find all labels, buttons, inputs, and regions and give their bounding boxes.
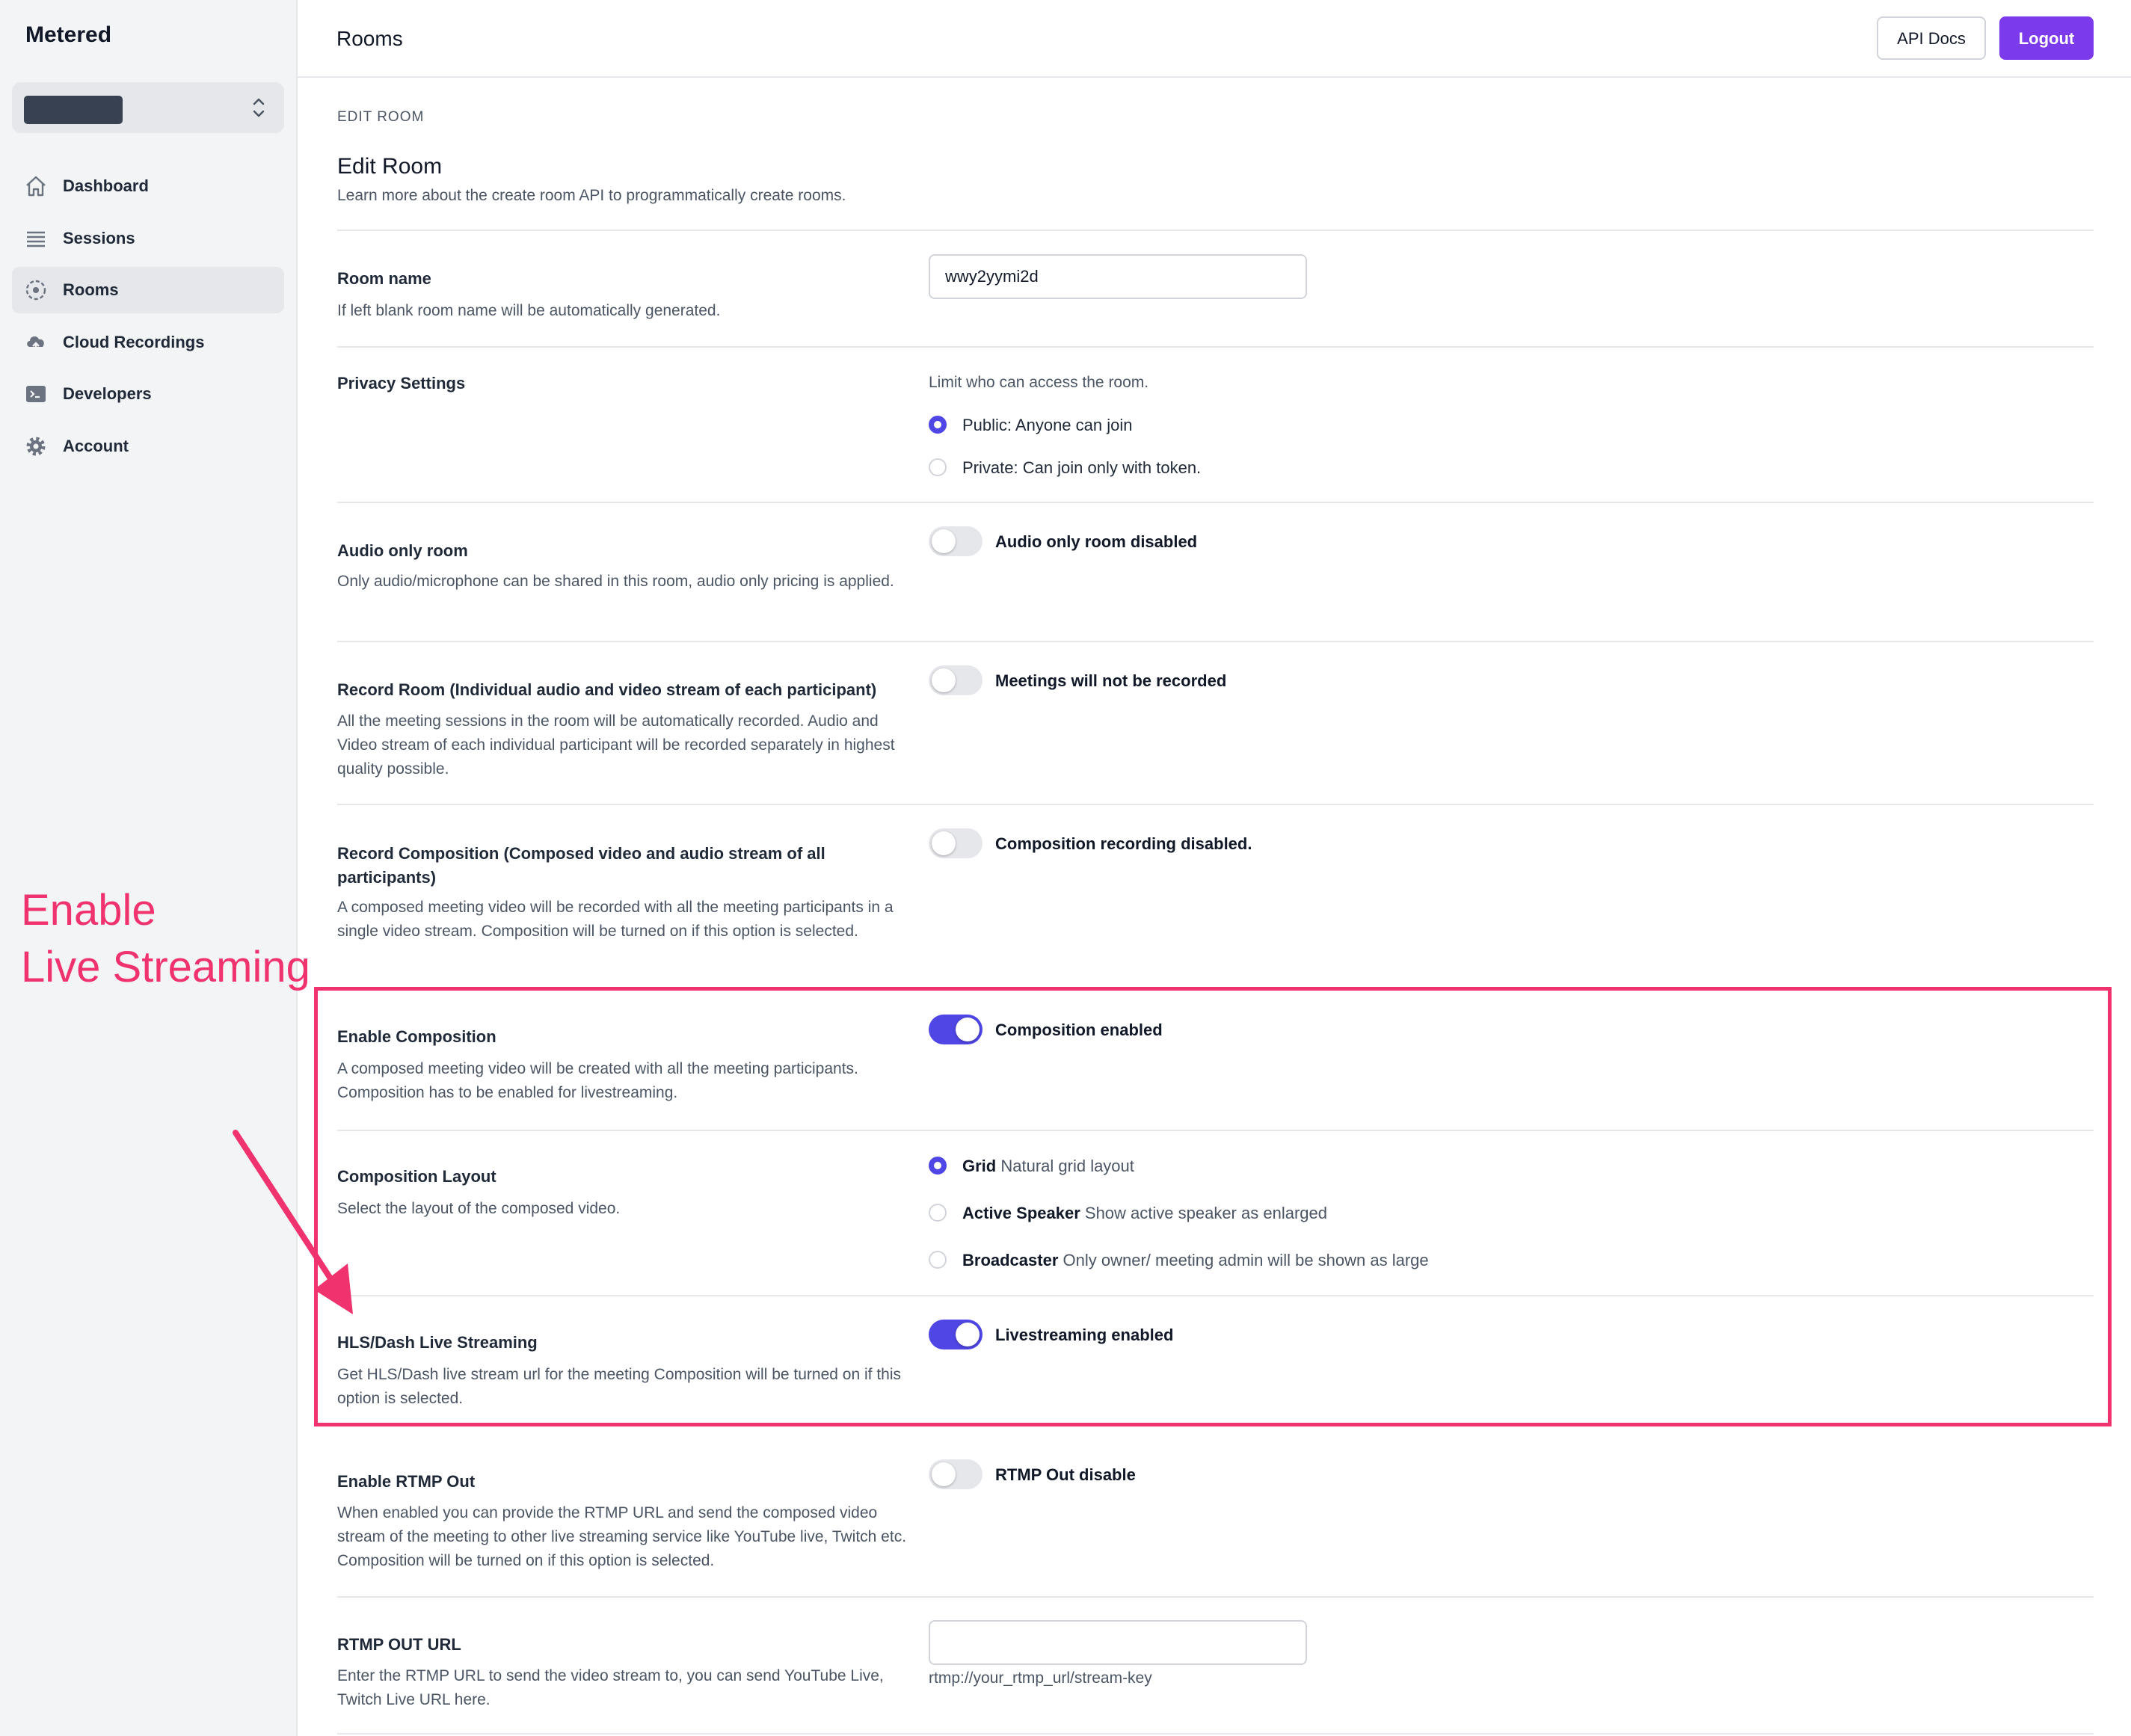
rooms-icon	[25, 280, 46, 301]
sidebar-item-label: Sessions	[63, 229, 135, 247]
divider	[337, 502, 2094, 503]
brand-logo: Metered	[25, 22, 112, 47]
rtmp-out-desc: When enabled you can provide the RTMP UR…	[337, 1504, 907, 1569]
page-subheading: Learn more about the create room API to …	[337, 187, 846, 204]
divider	[337, 346, 2094, 348]
privacy-settings-label: Privacy Settings	[337, 374, 466, 393]
sidebar-item-label: Rooms	[63, 280, 119, 299]
record-room-toggle-label: Meetings will not be recorded	[995, 671, 1227, 690]
divider	[337, 230, 2094, 231]
room-name-label: Room name	[337, 269, 431, 288]
sidebar-item-label: Developers	[63, 384, 152, 403]
sidebar-item-label: Dashboard	[63, 176, 149, 195]
terminal-icon	[26, 386, 46, 402]
divider	[337, 1596, 2094, 1598]
record-room-desc: All the meeting sessions in the room wil…	[337, 712, 895, 778]
annotation-line-2: Live Streaming	[21, 943, 310, 991]
page-heading: Edit Room	[337, 154, 443, 179]
annotation-arrow-icon	[233, 1130, 353, 1314]
sidebar-item-dashboard[interactable]: Dashboard	[12, 163, 284, 209]
privacy-public-radio[interactable]	[929, 416, 947, 434]
sidebar-item-developers[interactable]: Developers	[12, 371, 284, 417]
privacy-private-radio[interactable]	[929, 458, 947, 476]
audio-only-toggle[interactable]	[929, 526, 983, 556]
room-name-desc: If left blank room name will be automati…	[337, 302, 721, 319]
divider	[337, 804, 2094, 805]
cloud-upload-icon	[27, 336, 44, 353]
redacted-project-name	[24, 96, 123, 124]
section-label: EDIT ROOM	[337, 109, 425, 125]
privacy-private-label[interactable]: Private: Can join only with token.	[962, 458, 1201, 478]
privacy-public-label[interactable]: Public: Anyone can join	[962, 416, 1133, 435]
divider	[337, 1733, 2094, 1735]
audio-only-label: Audio only room	[337, 541, 468, 560]
record-composition-label: Record Composition (Composed video and a…	[337, 844, 825, 887]
rtmp-out-label: Enable RTMP Out	[337, 1472, 476, 1491]
audio-only-toggle-label: Audio only room disabled	[995, 532, 1198, 551]
top-header: Rooms	[298, 0, 2131, 78]
home-icon	[26, 176, 46, 197]
rtmp-url-label: RTMP OUT URL	[337, 1635, 461, 1654]
annotation-highlight-box	[314, 987, 2112, 1426]
project-selector[interactable]	[12, 82, 284, 133]
sidebar-item-rooms[interactable]: Rooms	[12, 267, 284, 313]
gear-icon	[26, 437, 46, 456]
record-composition-toggle[interactable]	[929, 828, 983, 858]
toggle-knob	[932, 668, 956, 692]
room-name-input[interactable]: wwy2yymi2d	[929, 254, 1307, 299]
divider	[337, 641, 2094, 642]
sidebar-item-account[interactable]: Account	[12, 423, 284, 470]
rtmp-out-toggle-label: RTMP Out disable	[995, 1465, 1136, 1484]
record-room-toggle[interactable]	[929, 665, 983, 695]
sidebar-item-cloud-recordings[interactable]: Cloud Recordings	[12, 319, 284, 366]
api-docs-button[interactable]: API Docs	[1877, 16, 1986, 60]
record-composition-toggle-label: Composition recording disabled.	[995, 834, 1252, 853]
record-composition-desc: A composed meeting video will be recorde…	[337, 899, 894, 940]
record-room-label: Record Room (Individual audio and video …	[337, 680, 877, 699]
sidebar: Metered Dashboard Sessions Rooms Cloud R…	[0, 0, 298, 1736]
rtmp-url-desc: Enter the RTMP URL to send the video str…	[337, 1667, 884, 1708]
annotation-text: Enable Live Streaming	[21, 882, 310, 996]
list-icon	[27, 231, 45, 247]
sidebar-item-label: Cloud Recordings	[63, 333, 205, 351]
page-title: Rooms	[336, 27, 403, 50]
rtmp-url-hint: rtmp://your_rtmp_url/stream-key	[929, 1669, 1152, 1687]
audio-only-desc: Only audio/microphone can be shared in t…	[337, 573, 894, 590]
rtmp-out-toggle[interactable]	[929, 1459, 983, 1489]
toggle-knob	[932, 831, 956, 855]
logout-button[interactable]: Logout	[1999, 16, 2094, 60]
rtmp-url-input[interactable]	[929, 1620, 1307, 1665]
sidebar-item-label: Account	[63, 437, 129, 455]
annotation-line-1: Enable	[21, 886, 156, 935]
toggle-knob	[932, 529, 956, 553]
chevron-up-down-icon	[253, 98, 265, 117]
privacy-hint: Limit who can access the room.	[929, 374, 1149, 391]
sidebar-item-sessions[interactable]: Sessions	[12, 215, 284, 262]
toggle-knob	[932, 1462, 956, 1486]
